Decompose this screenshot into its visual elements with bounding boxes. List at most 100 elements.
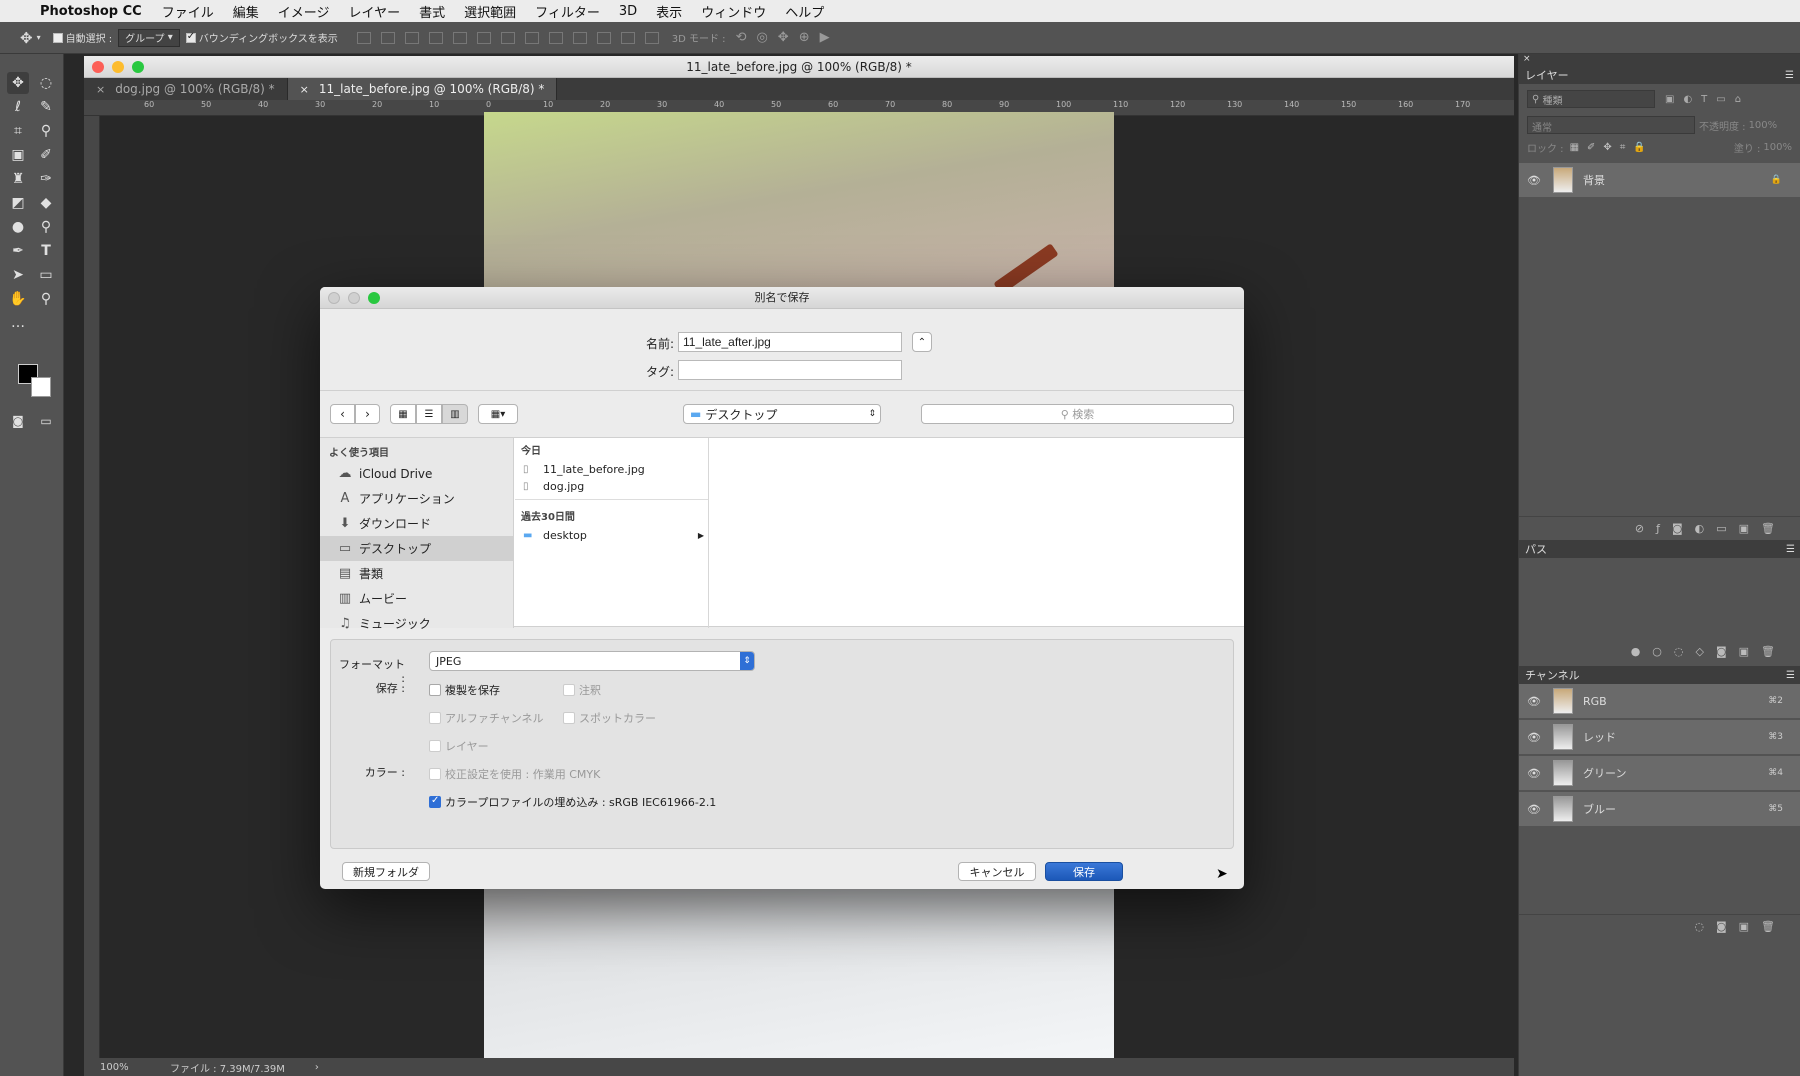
save-button[interactable]: 保存 — [1045, 862, 1123, 881]
new-folder-button[interactable]: 新規フォルダ — [342, 862, 430, 881]
more-tools-icon[interactable]: … — [7, 312, 29, 334]
eye-icon[interactable]: 👁 — [1527, 174, 1543, 187]
align-left-icon[interactable] — [428, 31, 443, 44]
layers-footer-icons[interactable]: ⊘ƒ◙◐▭▣🗑 — [1519, 516, 1800, 540]
panel-menu-icon[interactable]: ☰ — [1785, 70, 1794, 81]
panel-menu-icon[interactable]: ☰ — [1786, 544, 1795, 555]
layers-panel-tab[interactable]: レイヤー ☰ — [1519, 66, 1800, 84]
zoom-dialog-button[interactable] — [368, 292, 380, 304]
cancel-button[interactable]: キャンセル — [958, 862, 1036, 881]
chevron-right-icon[interactable]: › — [315, 1062, 319, 1073]
quick-mask-icon[interactable]: ◙ — [7, 410, 29, 432]
distribute-left-icon[interactable] — [572, 31, 587, 44]
close-tab-icon[interactable]: × — [300, 83, 309, 96]
sidebar-item-icloud[interactable]: ☁ iCloud Drive — [320, 461, 513, 486]
path-select-tool-icon[interactable]: ➤ — [7, 264, 29, 286]
search-field[interactable]: ⚲ 検索 — [921, 404, 1234, 424]
background-color-swatch[interactable] — [31, 377, 51, 397]
eye-icon[interactable]: 👁 — [1527, 695, 1543, 708]
forward-button[interactable]: › — [355, 404, 380, 424]
tag-input[interactable] — [678, 360, 902, 380]
layer-filter-select[interactable]: ⚲ 種類 — [1527, 90, 1655, 108]
history-brush-tool-icon[interactable]: ✑ — [35, 168, 57, 190]
chevron-down-icon[interactable]: ▾ — [37, 33, 41, 42]
tab-11-late-before[interactable]: × 11_late_before.jpg @ 100% (RGB/8) * — [287, 78, 558, 100]
3d-mode-icons[interactable]: ⟲◎✥⊕▶ — [736, 30, 840, 45]
menu-image[interactable]: イメージ — [278, 2, 330, 21]
back-button[interactable]: ‹ — [330, 404, 355, 424]
file-item[interactable]: ▯ 11_late_before.jpg — [515, 461, 708, 478]
marquee-tool-icon[interactable]: ◌ — [35, 72, 57, 94]
distribute-bottom-icon[interactable] — [548, 31, 563, 44]
channel-row-green[interactable]: 👁 グリーン ⌘4 — [1519, 756, 1800, 790]
collapse-dialog-button[interactable]: ⌃ — [912, 332, 932, 352]
save-copy-checkbox[interactable]: 複製を保存 — [429, 682, 500, 698]
minimize-window-button[interactable] — [112, 61, 124, 73]
menu-select[interactable]: 選択範囲 — [464, 2, 516, 21]
tab-dog[interactable]: × dog.jpg @ 100% (RGB/8) * — [84, 78, 288, 100]
column-view-button[interactable]: ▥ — [442, 404, 468, 424]
menu-help[interactable]: ヘルプ — [785, 2, 824, 21]
brush-tool-icon[interactable]: ✐ — [35, 144, 57, 166]
folder-item[interactable]: ▬ desktop ▶ — [515, 527, 708, 544]
close-tab-icon[interactable]: × — [96, 83, 105, 96]
eye-icon[interactable]: 👁 — [1527, 803, 1543, 816]
move-tool-icon[interactable]: ✥ — [20, 29, 33, 47]
channel-row-blue[interactable]: 👁 ブルー ⌘5 — [1519, 792, 1800, 826]
list-view-button[interactable]: ☰ — [416, 404, 442, 424]
spot-colors-checkbox[interactable]: スポットカラー — [563, 710, 656, 726]
lasso-tool-icon[interactable]: ℓ — [7, 96, 29, 118]
location-dropdown[interactable]: ▬ デスクトップ ⇕ — [683, 404, 881, 424]
menu-type[interactable]: 書式 — [419, 2, 445, 21]
type-tool-icon[interactable]: T — [35, 240, 57, 262]
distribute-hcenter-icon[interactable] — [596, 31, 611, 44]
panel-collapse-bar[interactable]: × — [1519, 54, 1800, 66]
channels-footer-icons[interactable]: ◌◙▣🗑 — [1519, 914, 1800, 938]
fill-value[interactable]: 100% — [1763, 142, 1792, 153]
zoom-window-button[interactable] — [132, 61, 144, 73]
menu-file[interactable]: ファイル — [162, 2, 214, 21]
format-dropdown[interactable]: JPEG ⇕ — [429, 651, 755, 671]
menu-filter[interactable]: フィルター — [535, 2, 600, 21]
app-menu[interactable]: Photoshop CC — [40, 4, 142, 19]
checkbox-box[interactable] — [429, 684, 441, 696]
panel-menu-icon[interactable]: ☰ — [1786, 670, 1795, 681]
gallery-view-button[interactable]: ▦▾ — [478, 404, 518, 424]
channel-row-rgb[interactable]: 👁 RGB ⌘2 — [1519, 684, 1800, 718]
stamp-tool-icon[interactable]: ♜ — [7, 168, 29, 190]
layer-filter-icons[interactable]: ▣◐T▭⌂ — [1665, 94, 1750, 105]
close-dialog-button[interactable] — [328, 292, 340, 304]
close-window-button[interactable] — [92, 61, 104, 73]
screen-mode-icon[interactable]: ▭ — [35, 410, 57, 432]
dodge-tool-icon[interactable]: ⚲ — [35, 216, 57, 238]
blur-tool-icon[interactable]: ● — [7, 216, 29, 238]
file-item[interactable]: ▯ dog.jpg — [515, 478, 708, 495]
embed-profile-checkbox[interactable]: カラープロファイルの埋め込み : sRGB IEC61966-2.1 — [429, 794, 716, 810]
filename-input[interactable] — [678, 332, 902, 352]
notes-checkbox[interactable]: 注釈 — [563, 682, 601, 698]
checkbox-box[interactable] — [429, 740, 441, 752]
align-bottom-icon[interactable] — [404, 31, 419, 44]
paths-footer-icons[interactable]: ●○◌◇◙▣🗑 — [1519, 639, 1800, 663]
auto-select-checkbox[interactable] — [52, 32, 63, 43]
hand-tool-icon[interactable]: ✋ — [7, 288, 29, 310]
rectangle-tool-icon[interactable]: ▭ — [35, 264, 57, 286]
sidebar-item-desktop[interactable]: ▭ デスクトップ — [320, 536, 513, 561]
channel-row-red[interactable]: 👁 レッド ⌘3 — [1519, 720, 1800, 754]
sidebar-item-music[interactable]: ♫ ミュージック — [320, 611, 513, 636]
zoom-level[interactable]: 100% — [100, 1062, 160, 1073]
sidebar-item-applications[interactable]: A アプリケーション — [320, 486, 513, 511]
paint-bucket-tool-icon[interactable]: ◆ — [35, 192, 57, 214]
menu-layer[interactable]: レイヤー — [348, 2, 400, 21]
minimize-dialog-button[interactable] — [348, 292, 360, 304]
proof-setup-checkbox[interactable]: 校正設定を使用 : 作業用 CMYK — [429, 766, 600, 782]
align-top-icon[interactable] — [356, 31, 371, 44]
checkbox-box[interactable] — [563, 684, 575, 696]
menu-3d[interactable]: 3D — [619, 4, 637, 19]
eraser-tool-icon[interactable]: ◩ — [7, 192, 29, 214]
auto-align-icon[interactable] — [644, 31, 659, 44]
sidebar-item-movies[interactable]: ▥ ムービー — [320, 586, 513, 611]
menu-window[interactable]: ウィンドウ — [701, 2, 766, 21]
distribute-vcenter-icon[interactable] — [524, 31, 539, 44]
align-vcenter-icon[interactable] — [380, 31, 395, 44]
